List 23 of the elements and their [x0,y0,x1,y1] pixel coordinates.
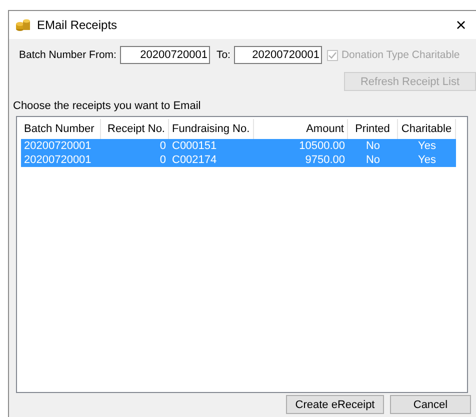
table-cell-text: 0 [158,139,167,153]
table-cell-text: C000151 [171,139,218,153]
checkbox-label: Donation Type Charitable [341,49,460,61]
table-cell-text: Yes [417,153,437,167]
batch-from-field[interactable]: 20200720001 [120,46,210,64]
table-cell-text: 20200720001 [23,139,92,153]
table-cell-text: C002174 [171,153,218,167]
table-cell-text: No [364,139,382,153]
coins-icon [15,18,31,32]
batch-to-field[interactable]: 20200720001 [234,46,322,64]
table-cell-text: 0 [158,153,167,167]
batch-from-label: Batch Number From: [19,49,116,61]
window-title: EMail Receipts [37,18,118,32]
cancel-button[interactable]: Cancel [390,395,471,414]
batch-to-label: To: [216,49,230,61]
table-cell-text: No [364,153,382,167]
list-caption: Choose the receipts you want to Email [13,100,202,112]
table-cell-text: Yes [417,139,437,153]
table-cell-text: 20200720001 [23,153,92,167]
create-ereceipt-button[interactable]: Create eReceipt [286,395,384,414]
close-button[interactable]: × [446,14,476,36]
table-cell-text: 10500.00 [298,139,346,153]
table-cell-text: 9750.00 [304,153,346,167]
